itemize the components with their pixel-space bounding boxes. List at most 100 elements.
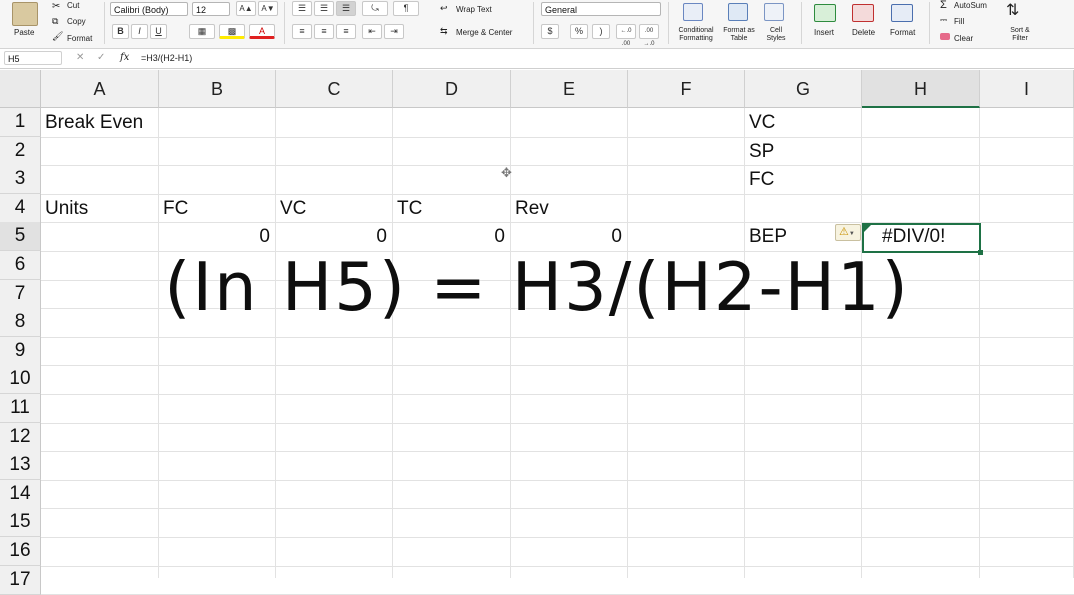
- font-family-select[interactable]: Calibri (Body): [110, 2, 188, 16]
- increase-decimal-button[interactable]: ←.0 .00: [616, 24, 636, 47]
- cell-a4[interactable]: Units: [41, 194, 159, 223]
- merge-center-icon: ⇆: [440, 26, 448, 36]
- cell-c5[interactable]: 0: [276, 222, 393, 251]
- autosum-button[interactable]: AutoSum: [954, 1, 987, 10]
- copy-button[interactable]: Copy: [67, 17, 86, 26]
- column-header-d[interactable]: D: [393, 70, 511, 108]
- row-header-15[interactable]: 15: [0, 508, 41, 537]
- cell-g2[interactable]: SP: [745, 137, 862, 166]
- insert-function-button[interactable]: fx: [120, 52, 129, 63]
- cell-g3[interactable]: FC: [745, 165, 862, 194]
- wrap-text-button[interactable]: Wrap Text: [456, 5, 492, 14]
- format-painter-icon[interactable]: 🖌: [52, 31, 63, 42]
- column-header-e[interactable]: E: [511, 70, 628, 108]
- align-center-button[interactable]: ≡: [314, 24, 334, 39]
- separator: [668, 2, 669, 44]
- format-as-table-button[interactable]: Format as Table: [722, 27, 756, 43]
- align-middle-button[interactable]: ☰: [314, 1, 334, 16]
- comma-button[interactable]: ): [592, 24, 610, 39]
- row-header-2[interactable]: 2: [0, 137, 41, 166]
- column-header-g[interactable]: G: [745, 70, 862, 108]
- bold-button[interactable]: B: [112, 24, 129, 39]
- clear-button[interactable]: Clear: [954, 34, 973, 43]
- overlay-caption: (In H5) = H3/(H2-H1): [164, 248, 910, 326]
- fill-button[interactable]: Fill: [954, 17, 964, 26]
- align-left-button[interactable]: ≡: [292, 24, 312, 39]
- copy-icon[interactable]: ⧉: [52, 16, 58, 27]
- cell-c4[interactable]: VC: [276, 194, 393, 223]
- row-header-13[interactable]: 13: [0, 451, 41, 480]
- format-cells-button[interactable]: Format: [890, 28, 915, 37]
- row-header-17[interactable]: 17: [0, 566, 41, 595]
- warning-icon[interactable]: ⚠▼: [835, 224, 861, 241]
- paste-button[interactable]: Paste: [14, 28, 34, 37]
- cancel-icon[interactable]: ✕: [76, 52, 84, 63]
- conditional-formatting-button[interactable]: Conditional Formatting: [674, 27, 718, 43]
- sort-filter-button[interactable]: Sort & Filter: [1003, 27, 1037, 43]
- cell-e4[interactable]: Rev: [511, 194, 628, 223]
- insert-cells-icon[interactable]: [814, 4, 836, 22]
- cell-b5[interactable]: 0: [159, 222, 276, 251]
- gridline-horizontal: [41, 566, 1074, 567]
- formula-input[interactable]: =H3/(H2-H1): [141, 53, 192, 63]
- decrease-indent-button[interactable]: ⇤: [362, 24, 382, 39]
- borders-button[interactable]: ▦: [189, 24, 215, 39]
- font-color-button[interactable]: A: [249, 24, 275, 39]
- grow-font-button[interactable]: A▲: [236, 1, 256, 16]
- column-header-a[interactable]: A: [41, 70, 159, 108]
- percent-button[interactable]: %: [570, 24, 588, 39]
- cell-styles-button[interactable]: Cell Styles: [763, 27, 789, 43]
- row-header-10[interactable]: 10: [0, 365, 41, 394]
- cell-d5[interactable]: 0: [393, 222, 511, 251]
- row-header-1[interactable]: 1: [0, 108, 41, 137]
- row-header-16[interactable]: 16: [0, 537, 41, 566]
- column-header-h[interactable]: H: [862, 70, 980, 108]
- gridline-horizontal: [41, 337, 1074, 338]
- column-header-f[interactable]: F: [628, 70, 745, 108]
- delete-cells-icon[interactable]: [852, 4, 874, 22]
- column-header-c[interactable]: C: [276, 70, 393, 108]
- format-painter-button[interactable]: Format: [67, 34, 92, 43]
- align-top-button[interactable]: ☰: [292, 1, 312, 16]
- cell-e5[interactable]: 0: [511, 222, 628, 251]
- cell-styles-icon[interactable]: [764, 3, 784, 21]
- underline-button[interactable]: U: [150, 24, 167, 39]
- fill-color-button[interactable]: ▩: [219, 24, 245, 39]
- enter-icon[interactable]: ✓: [97, 52, 105, 63]
- text-direction-button[interactable]: ¶: [393, 1, 419, 16]
- format-cells-icon[interactable]: [891, 4, 913, 22]
- cut-button[interactable]: Cut: [67, 1, 79, 10]
- increase-indent-button[interactable]: ⇥: [384, 24, 404, 39]
- select-all-corner[interactable]: [0, 70, 41, 108]
- row-header-3[interactable]: 3: [0, 165, 41, 194]
- align-right-button[interactable]: ≡: [336, 24, 356, 39]
- currency-button[interactable]: $: [541, 24, 559, 39]
- font-size-select[interactable]: 12: [192, 2, 230, 16]
- scissors-icon[interactable]: ✂: [52, 1, 60, 12]
- italic-button[interactable]: I: [131, 24, 148, 39]
- insert-cells-button[interactable]: Insert: [814, 28, 834, 37]
- row-header-11[interactable]: 11: [0, 394, 41, 423]
- column-header-i[interactable]: I: [980, 70, 1074, 108]
- orientation-button[interactable]: ⤿: [362, 1, 388, 16]
- paste-icon[interactable]: [12, 2, 38, 26]
- row-header-4[interactable]: 4: [0, 194, 41, 223]
- cell-b4[interactable]: FC: [159, 194, 276, 223]
- conditional-formatting-icon[interactable]: [683, 3, 703, 21]
- decrease-decimal-button[interactable]: .00 →.0: [639, 24, 659, 47]
- number-format-select[interactable]: General: [541, 2, 661, 16]
- row-header-9[interactable]: 9: [0, 337, 41, 366]
- cell-a1[interactable]: Break Even: [41, 108, 201, 137]
- row-header-12[interactable]: 12: [0, 423, 41, 452]
- column-header-b[interactable]: B: [159, 70, 276, 108]
- cell-g1[interactable]: VC: [745, 108, 862, 137]
- name-box[interactable]: H5: [4, 51, 62, 65]
- delete-cells-button[interactable]: Delete: [852, 28, 875, 37]
- merge-center-button[interactable]: Merge & Center: [456, 28, 512, 37]
- shrink-font-button[interactable]: A▼: [258, 1, 278, 16]
- row-header-5[interactable]: 5: [0, 222, 41, 251]
- align-bottom-button[interactable]: ☰: [336, 1, 356, 16]
- format-as-table-icon[interactable]: [728, 3, 748, 21]
- cell-d4[interactable]: TC: [393, 194, 511, 223]
- row-header-14[interactable]: 14: [0, 480, 41, 509]
